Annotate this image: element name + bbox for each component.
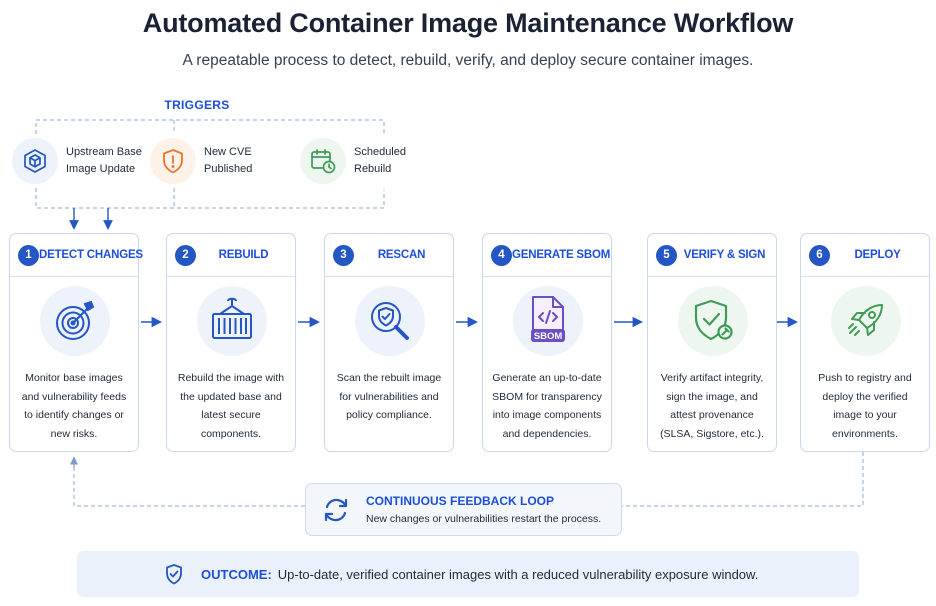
trigger-label: New CVE Published — [204, 146, 253, 175]
step-detect-changes: 1 DETECT CHANGES Monitor base images and… — [9, 233, 143, 452]
outcome-label: OUTCOME: — [201, 566, 272, 582]
triggers-label: TRIGGERS — [164, 98, 230, 112]
cube-icon — [12, 138, 58, 184]
step-title: DEPLOY — [854, 249, 901, 261]
trigger-scheduled-rebuild: Scheduled Rebuild — [300, 138, 434, 184]
feedback-title: CONTINUOUS FEEDBACK LOOP — [366, 494, 555, 508]
step-description: Verify artifact integrity, sign the imag… — [660, 372, 764, 440]
trigger-label: Scheduled Rebuild — [354, 146, 406, 175]
step-deploy: 6 DEPLOY Push to registry and deploy the… — [800, 233, 930, 452]
outcome-text: Up-to-date, verified container images wi… — [277, 566, 759, 582]
step-number-badge: 1 — [18, 244, 39, 266]
rocket-icon — [831, 286, 901, 356]
shield-check-icon — [678, 286, 748, 356]
page-subtitle: A repeatable process to detect, rebuild,… — [182, 52, 754, 69]
step-number-badge: 4 — [491, 244, 512, 266]
container-icon — [197, 286, 267, 356]
outcome-banner: OUTCOME: Up-to-date, verified container … — [77, 551, 859, 597]
step-verify-sign: 5 VERIFY & SIGN Verify artifact integrit… — [647, 233, 777, 452]
step-title: VERIFY & SIGN — [683, 249, 766, 261]
step-rebuild: 2 REBUILD Rebuild the image with the upd… — [166, 233, 296, 452]
target-icon — [40, 286, 110, 356]
step-title: DETECT CHANGES — [39, 249, 143, 261]
step-rescan: 3 RESCAN Scan the rebuilt image for vuln… — [324, 233, 454, 452]
step-description: Scan the rebuilt image for vulnerabiliti… — [336, 372, 442, 421]
step-description: Push to registry and deploy the verified… — [818, 372, 912, 440]
step-description: Monitor base images and vulnerability fe… — [21, 372, 127, 440]
step-generate-sbom: 4 GENERATE SBOM SBOM Generate an up-to-d… — [482, 233, 612, 452]
sbom-badge-label: SBOM — [534, 331, 563, 342]
warning-shield-icon — [150, 138, 196, 184]
feedback-description: New changes or vulnerabilities restart t… — [366, 513, 602, 525]
step-title: GENERATE SBOM — [512, 249, 611, 261]
step-description: Rebuild the image with the updated base … — [177, 372, 285, 440]
trigger-base-image-update: Upstream Base Image Update — [12, 138, 146, 184]
step-number-badge: 5 — [656, 244, 677, 266]
step-number-badge: 3 — [333, 244, 354, 266]
refresh-icon — [324, 498, 348, 522]
trigger-label: Upstream Base Image Update — [66, 146, 142, 175]
calendar-clock-icon — [300, 138, 346, 184]
page-title: Automated Container Image Maintenance Wo… — [142, 8, 794, 38]
step-number-badge: 6 — [809, 244, 830, 266]
magnifier-shield-icon — [355, 286, 425, 356]
shield-check-icon — [166, 564, 182, 585]
sbom-document-icon: SBOM — [513, 286, 583, 356]
step-description: Generate an up-to-date SBOM for transpar… — [492, 372, 602, 440]
step-number-badge: 2 — [175, 244, 196, 266]
step-title: REBUILD — [218, 249, 269, 261]
trigger-new-cve: New CVE Published — [150, 138, 284, 184]
feedback-loop-box: CONTINUOUS FEEDBACK LOOP New changes or … — [305, 483, 622, 536]
step-title: RESCAN — [377, 249, 426, 261]
